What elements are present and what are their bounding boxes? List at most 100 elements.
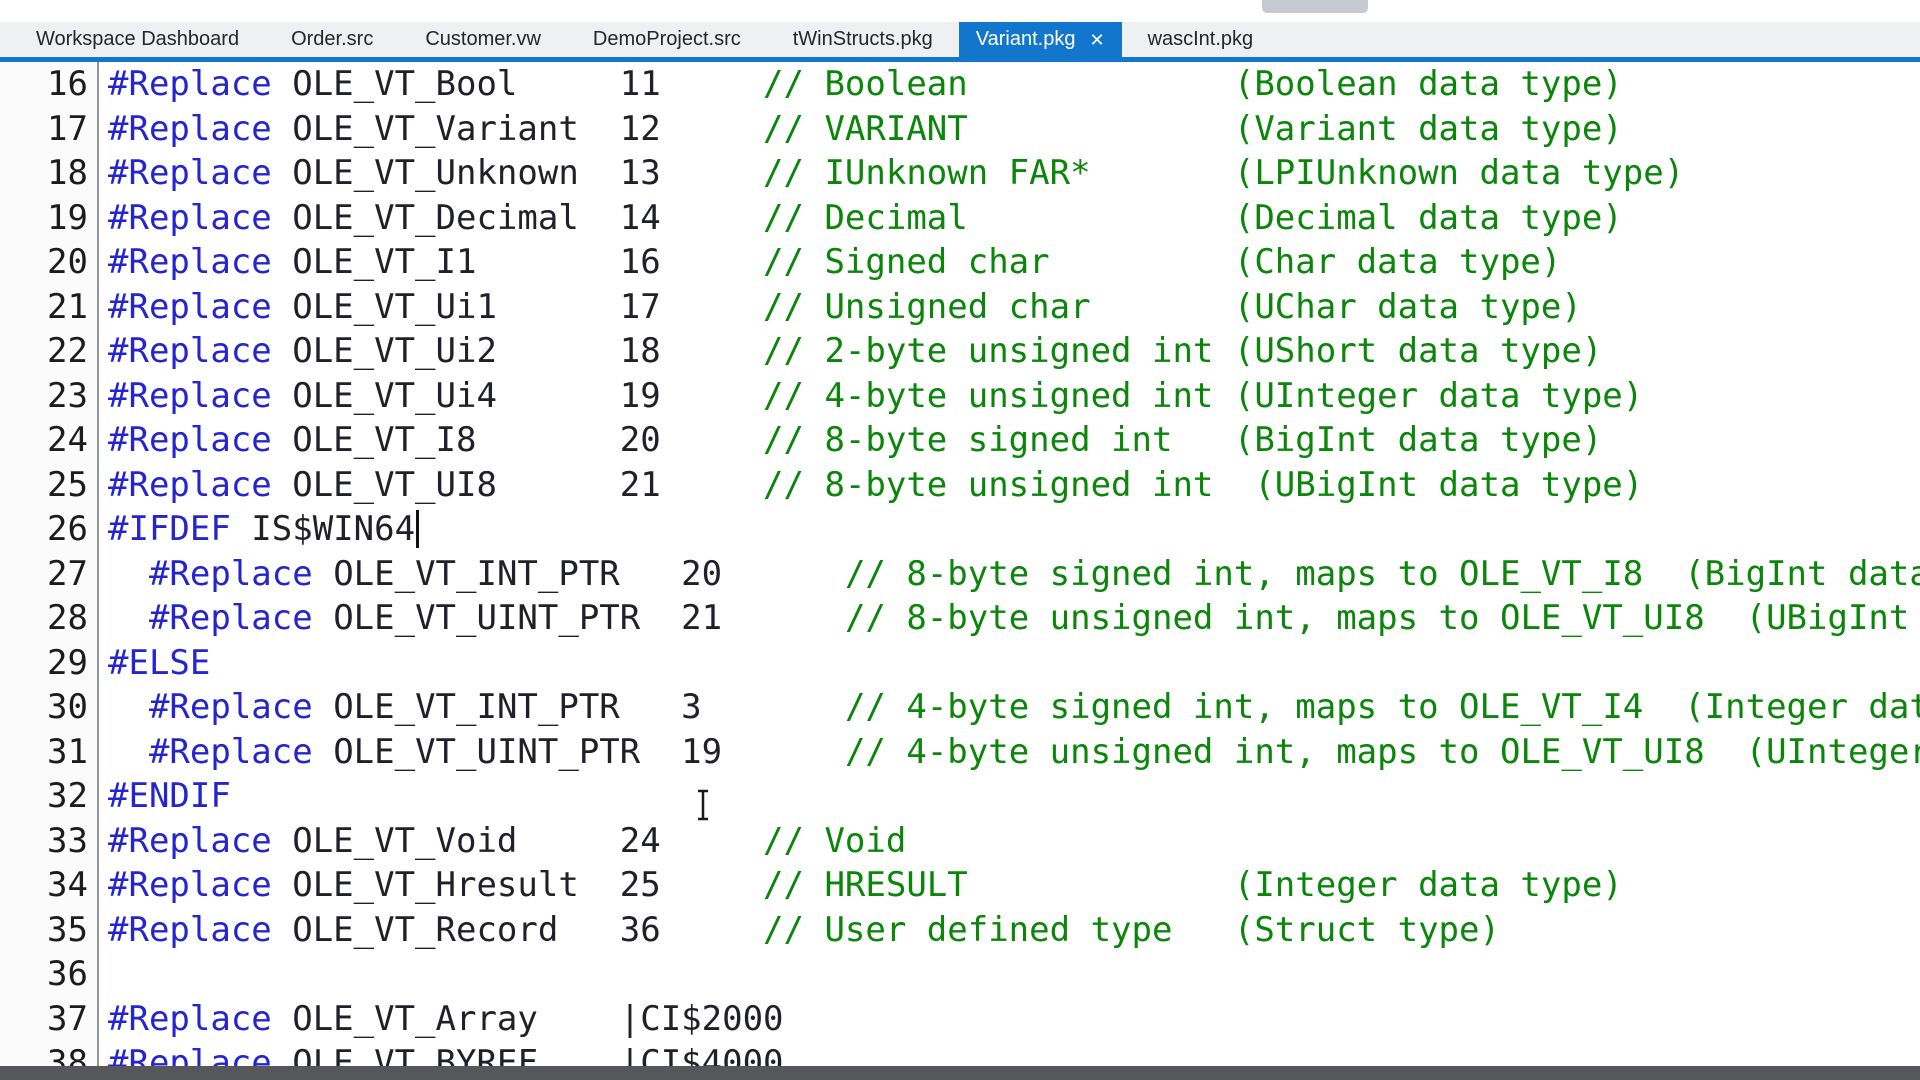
code-plain: IS$WIN64 — [231, 509, 415, 549]
text-caret — [416, 510, 419, 548]
code-plain — [108, 554, 149, 594]
code-comment: // 4-byte unsigned int, maps to OLE_VT_U… — [845, 732, 1920, 772]
tab-customer-vw[interactable]: Customer.vw — [399, 22, 567, 57]
code-directive: #Replace — [108, 465, 272, 505]
code-line: 30 #Replace OLE_VT_INT_PTR 3 // 4-byte s… — [0, 685, 1920, 730]
code-text[interactable]: #IFDEF IS$WIN64 — [99, 507, 1920, 552]
code-comment: // 8-byte unsigned int, maps to OLE_VT_U… — [845, 598, 1920, 638]
code-text[interactable]: #Replace OLE_VT_Void 24 // Void — [99, 819, 1920, 864]
code-plain: OLE_VT_Void 24 — [272, 821, 763, 861]
code-text[interactable]: #Replace OLE_VT_Bool 11 // Boolean (Bool… — [99, 62, 1920, 107]
code-text[interactable]: #Replace OLE_VT_UI8 21 // 8-byte unsigne… — [99, 463, 1920, 508]
code-directive: #Replace — [108, 331, 272, 371]
code-text[interactable]: #ELSE — [99, 641, 1920, 686]
code-text[interactable]: #Replace OLE_VT_Hresult 25 // HRESULT (I… — [99, 863, 1920, 908]
code-text[interactable]: #Replace OLE_VT_UINT_PTR 19 // 4-byte un… — [99, 730, 1920, 775]
code-line: 26#IFDEF IS$WIN64 — [0, 507, 1920, 552]
code-directive: #Replace — [108, 287, 272, 327]
code-text[interactable]: #Replace OLE_VT_Ui4 19 // 4-byte unsigne… — [99, 374, 1920, 419]
tab-order-src[interactable]: Order.src — [265, 22, 399, 57]
line-number[interactable]: 18 — [0, 151, 99, 196]
code-line: 17#Replace OLE_VT_Variant 12 // VARIANT … — [0, 107, 1920, 152]
code-editor: 16#Replace OLE_VT_Bool 11 // Boolean (Bo… — [0, 62, 1920, 1080]
top-area — [0, 0, 1920, 22]
line-number[interactable]: 19 — [0, 196, 99, 241]
tab-label: tWinStructs.pkg — [793, 28, 933, 51]
code-line: 34#Replace OLE_VT_Hresult 25 // HRESULT … — [0, 863, 1920, 908]
line-number[interactable]: 36 — [0, 952, 99, 997]
code-comment: // User defined type (Struct type) — [763, 910, 1500, 950]
tab-label: wascInt.pkg — [1148, 28, 1254, 51]
line-number[interactable]: 37 — [0, 997, 99, 1042]
code-comment: // 4-byte unsigned int (UInteger data ty… — [763, 376, 1643, 416]
tab-workspace-dashboard[interactable]: Workspace Dashboard — [10, 22, 265, 57]
code-text[interactable]: #Replace OLE_VT_INT_PTR 20 // 8-byte sig… — [99, 552, 1920, 597]
code-comment: // VARIANT (Variant data type) — [763, 109, 1623, 149]
line-number[interactable]: 17 — [0, 107, 99, 152]
code-comment: // 2-byte unsigned int (UShort data type… — [763, 331, 1602, 371]
code-plain — [108, 598, 149, 638]
code-text[interactable]: #Replace OLE_VT_Record 36 // User define… — [99, 908, 1920, 953]
line-number[interactable]: 34 — [0, 863, 99, 908]
tab-variant-pkg[interactable]: Variant.pkg ✕ — [959, 22, 1122, 57]
code-plain: OLE_VT_INT_PTR 20 — [313, 554, 845, 594]
code-comment: // IUnknown FAR* (LPIUnknown data type) — [763, 153, 1684, 193]
toolbar-fragment — [1262, 0, 1368, 13]
code-line: 16#Replace OLE_VT_Bool 11 // Boolean (Bo… — [0, 62, 1920, 107]
code-text[interactable]: #Replace OLE_VT_I1 16 // Signed char (Ch… — [99, 240, 1920, 285]
code-comment: // Void — [763, 821, 906, 861]
code-plain: OLE_VT_Ui4 19 — [272, 376, 763, 416]
line-number[interactable]: 28 — [0, 596, 99, 641]
line-number[interactable]: 16 — [0, 62, 99, 107]
code-directive: #Replace — [108, 999, 272, 1039]
code-directive: #Replace — [149, 554, 313, 594]
code-directive: #Replace — [149, 732, 313, 772]
line-number[interactable]: 33 — [0, 819, 99, 864]
line-number[interactable]: 31 — [0, 730, 99, 775]
code-text[interactable]: #Replace OLE_VT_Decimal 14 // Decimal (D… — [99, 196, 1920, 241]
line-number[interactable]: 25 — [0, 463, 99, 508]
line-number[interactable]: 32 — [0, 774, 99, 819]
line-number[interactable]: 30 — [0, 685, 99, 730]
code-text[interactable]: #ENDIF — [99, 774, 1920, 819]
line-number[interactable]: 21 — [0, 285, 99, 330]
code-plain: OLE_VT_Ui2 18 — [272, 331, 763, 371]
line-number[interactable]: 20 — [0, 240, 99, 285]
code-plain: OLE_VT_Record 36 — [272, 910, 763, 950]
code-plain: OLE_VT_I8 20 — [272, 420, 763, 460]
tab-close-icon[interactable]: ✕ — [1089, 31, 1104, 49]
code-directive: #Replace — [108, 242, 272, 282]
code-text[interactable]: #Replace OLE_VT_Variant 12 // VARIANT (V… — [99, 107, 1920, 152]
code-text[interactable]: #Replace OLE_VT_Unknown 13 // IUnknown F… — [99, 151, 1920, 196]
code-text[interactable]: #Replace OLE_VT_Array |CI$2000 — [99, 997, 1920, 1042]
code-line: 18#Replace OLE_VT_Unknown 13 // IUnknown… — [0, 151, 1920, 196]
code-text[interactable]: #Replace OLE_VT_I8 20 // 8-byte signed i… — [99, 418, 1920, 463]
code-plain: OLE_VT_Array |CI$2000 — [272, 999, 784, 1039]
code-line: 35#Replace OLE_VT_Record 36 // User defi… — [0, 908, 1920, 953]
line-number[interactable]: 27 — [0, 552, 99, 597]
code-text[interactable]: #Replace OLE_VT_INT_PTR 3 // 4-byte sign… — [99, 685, 1920, 730]
line-number[interactable]: 24 — [0, 418, 99, 463]
code-directive: #Replace — [108, 865, 272, 905]
tab-twinstructs-pkg[interactable]: tWinStructs.pkg — [767, 22, 959, 57]
code-text[interactable]: #Replace OLE_VT_Ui2 18 // 2-byte unsigne… — [99, 329, 1920, 374]
code-directive: #ENDIF — [108, 776, 231, 816]
code-text[interactable]: #Replace OLE_VT_Ui1 17 // Unsigned char … — [99, 285, 1920, 330]
code-plain — [108, 732, 149, 772]
tab-wascint-pkg[interactable]: wascInt.pkg — [1122, 22, 1280, 57]
code-text[interactable]: #Replace OLE_VT_UINT_PTR 21 // 8-byte un… — [99, 596, 1920, 641]
line-number[interactable]: 22 — [0, 329, 99, 374]
line-number[interactable]: 29 — [0, 641, 99, 686]
line-number[interactable]: 35 — [0, 908, 99, 953]
code-line: 29#ELSE — [0, 641, 1920, 686]
line-number[interactable]: 23 — [0, 374, 99, 419]
tab-label: Variant.pkg — [976, 28, 1076, 51]
code-directive: #Replace — [108, 821, 272, 861]
code-comment: // HRESULT (Integer data type) — [763, 865, 1623, 905]
line-number[interactable]: 26 — [0, 507, 99, 552]
code-line: 33#Replace OLE_VT_Void 24 // Void — [0, 819, 1920, 864]
code-text[interactable] — [99, 952, 1920, 997]
taskbar-edge — [0, 1066, 1920, 1080]
tab-demoproject-src[interactable]: DemoProject.src — [567, 22, 767, 57]
code-directive: #Replace — [108, 376, 272, 416]
